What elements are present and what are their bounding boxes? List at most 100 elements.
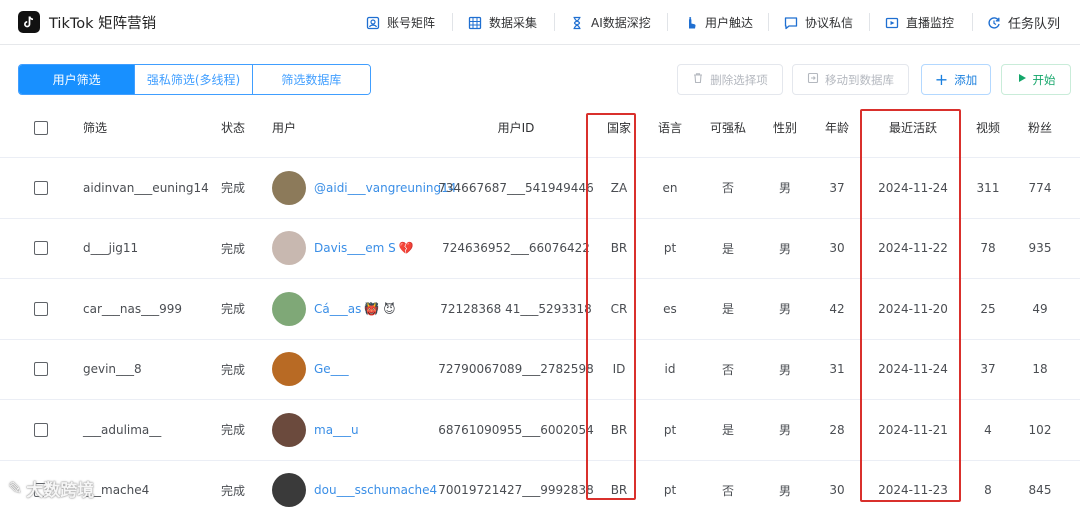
row-select-cell bbox=[34, 219, 48, 279]
user-name-link[interactable]: dou___sschumache4 bbox=[314, 483, 437, 497]
avatar[interactable] bbox=[272, 170, 306, 205]
nav-label: AI数据深挖 bbox=[591, 16, 651, 30]
account-matrix-icon bbox=[366, 16, 380, 30]
user-name-link[interactable]: Cá___as bbox=[314, 302, 361, 316]
status-text: 完成 bbox=[221, 423, 246, 438]
country-code: ZA bbox=[610, 180, 628, 195]
nav-label: 任务队列 bbox=[1008, 17, 1061, 32]
ai-hourglass-icon bbox=[570, 16, 584, 30]
country-code: BR bbox=[610, 241, 628, 256]
user-cell: @aidi___vangreuning14 bbox=[272, 158, 459, 218]
nav-item-account-matrix[interactable]: 账号矩阵 bbox=[366, 0, 435, 45]
gender: 男 bbox=[778, 181, 791, 196]
row-checkbox[interactable] bbox=[34, 422, 48, 437]
country-code: BR bbox=[610, 422, 628, 437]
user-name-link[interactable]: Ge___ bbox=[314, 362, 349, 376]
header-dm: 可强私 bbox=[709, 121, 746, 135]
header-user: 用户 bbox=[272, 121, 297, 135]
table-row[interactable]: gevin___8 完成 Ge___ 72790067089___2782598 ID i… bbox=[0, 340, 1080, 400]
user-name-link[interactable]: Davis___em S bbox=[314, 241, 396, 255]
age: 31 bbox=[829, 362, 845, 377]
select-all-cell bbox=[34, 98, 48, 157]
delete-selected-button[interactable]: 删除选择项 bbox=[677, 64, 783, 95]
move-to-database-button[interactable]: 移动到数据库 bbox=[792, 64, 909, 95]
row-checkbox[interactable] bbox=[34, 241, 48, 256]
add-label: 添加 bbox=[954, 72, 978, 87]
age: 28 bbox=[829, 422, 845, 437]
status-text: 完成 bbox=[221, 302, 246, 317]
user-name-emoji: 💔 bbox=[398, 241, 414, 256]
filter-keyword: d___jig11 bbox=[83, 241, 139, 256]
watermark: ✎ 大数跨境 bbox=[8, 476, 94, 502]
language-code: es bbox=[663, 301, 677, 316]
header-status: 状态 bbox=[221, 121, 246, 135]
age: 30 bbox=[829, 483, 845, 498]
video-count: 311 bbox=[976, 180, 1000, 195]
start-label: 开始 bbox=[1032, 72, 1056, 87]
tiktok-logo-icon bbox=[18, 11, 40, 33]
gender: 男 bbox=[778, 362, 791, 377]
user-id: 72790067089___2782598 bbox=[438, 362, 594, 377]
avatar[interactable] bbox=[272, 352, 306, 387]
dm-allowed: 是 bbox=[721, 423, 734, 438]
nav-item-ai-deep[interactable]: AI数据深挖 bbox=[570, 0, 651, 45]
filter-keyword: ___adulima__ bbox=[83, 422, 162, 437]
avatar[interactable] bbox=[272, 231, 306, 266]
row-select-cell bbox=[34, 158, 48, 218]
filter-keyword: aidinvan___euning14 bbox=[83, 180, 209, 195]
nav-label: 账号矩阵 bbox=[387, 16, 436, 30]
nav-item-data-collect[interactable]: 数据采集 bbox=[468, 0, 537, 45]
user-id: 70019721427___9992838 bbox=[438, 483, 594, 498]
nav-item-task-queue[interactable]: 任务队列 bbox=[987, 0, 1060, 45]
table-row[interactable]: d___jig11 完成 Davis___em S 💔 724636952___6607… bbox=[0, 219, 1080, 279]
app-title: TikTok 矩阵营销 bbox=[49, 15, 157, 32]
status-text: 完成 bbox=[221, 181, 246, 196]
last-active-date: 2024-11-24 bbox=[878, 180, 948, 195]
nav-item-live-monitor[interactable]: 直播监控 bbox=[885, 0, 954, 45]
header-last-active: 最近活跃 bbox=[888, 121, 937, 135]
header-user-id: 用户ID bbox=[497, 121, 535, 135]
fan-count: 845 bbox=[1028, 483, 1052, 498]
tab-filter-database[interactable]: 筛选数据库 bbox=[252, 65, 370, 94]
age: 30 bbox=[829, 241, 845, 256]
dm-allowed: 否 bbox=[721, 483, 734, 498]
language-code: en bbox=[662, 180, 678, 195]
data-collect-icon bbox=[468, 16, 482, 30]
start-button[interactable]: 开始 bbox=[1001, 64, 1071, 95]
language-code: pt bbox=[663, 422, 677, 437]
brand: TikTok 矩阵营销 bbox=[18, 11, 156, 33]
avatar[interactable] bbox=[272, 291, 306, 326]
nav-label: 用户触达 bbox=[705, 16, 754, 30]
tab-dm-filter-multithread[interactable]: 强私筛选(多线程) bbox=[135, 65, 253, 94]
avatar[interactable] bbox=[272, 473, 306, 508]
header-filter: 筛选 bbox=[83, 121, 108, 135]
filter-keyword: car___nas___999 bbox=[83, 301, 182, 316]
table-row[interactable]: ___adulima__ 完成 ma___u 68761090955___600205… bbox=[0, 400, 1080, 461]
fan-count: 774 bbox=[1028, 180, 1052, 195]
row-checkbox[interactable] bbox=[34, 362, 48, 377]
nav-item-message[interactable]: 协议私信 bbox=[784, 0, 853, 45]
filter-keyword: gevin___8 bbox=[83, 362, 142, 377]
header-age: 年龄 bbox=[824, 121, 849, 135]
table-row[interactable]: car___nas___999 完成 Cá___as 👹 😈 72128368 41__… bbox=[0, 279, 1080, 340]
header-gender: 性别 bbox=[772, 121, 797, 135]
table-row[interactable]: aidinvan___euning14 完成 @aidi___vangreuning… bbox=[0, 158, 1080, 219]
gender: 男 bbox=[778, 241, 791, 256]
select-all-checkbox[interactable] bbox=[34, 120, 48, 135]
user-name-link[interactable]: ma___u bbox=[314, 423, 359, 437]
last-active-date: 2024-11-21 bbox=[878, 422, 948, 437]
country-code: ID bbox=[612, 362, 626, 377]
avatar[interactable] bbox=[272, 412, 306, 447]
table-row[interactable]: ___mache4 完成 dou___sschumache4 70019721427_… bbox=[0, 461, 1080, 508]
add-button[interactable]: + 添加 bbox=[921, 64, 991, 95]
nav-item-user-reach[interactable]: 用户触达 bbox=[684, 0, 753, 45]
dm-allowed: 是 bbox=[721, 241, 734, 256]
nav-label: 协议私信 bbox=[805, 16, 854, 30]
user-id: 68761090955___6002054 bbox=[438, 422, 594, 437]
task-queue-icon bbox=[987, 16, 1001, 30]
nav-label: 直播监控 bbox=[906, 16, 955, 30]
row-checkbox[interactable] bbox=[34, 180, 48, 195]
tab-user-filter[interactable]: 用户筛选 bbox=[19, 65, 136, 94]
user-name-link[interactable]: @aidi___vangreuning14 bbox=[314, 181, 456, 195]
row-checkbox[interactable] bbox=[34, 301, 48, 316]
